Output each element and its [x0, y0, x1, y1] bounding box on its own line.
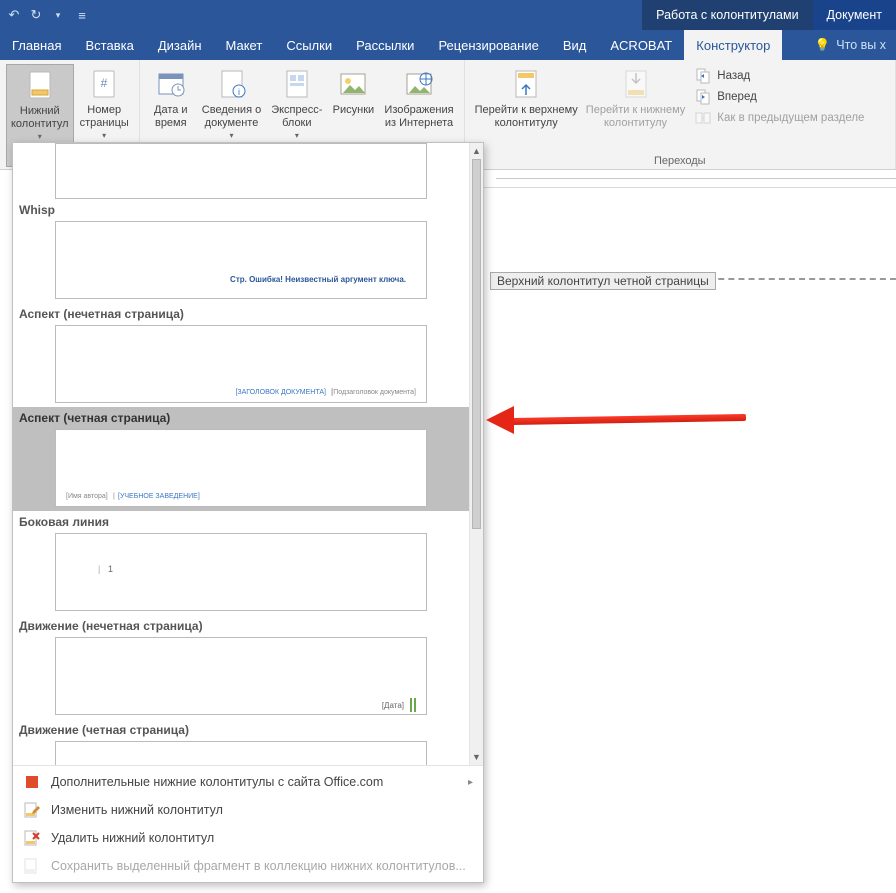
gallery-item-title: Аспект (четная страница)	[17, 407, 465, 429]
tab-insert[interactable]: Вставка	[73, 30, 145, 60]
tab-review[interactable]: Рецензирование	[426, 30, 550, 60]
gallery-item-title: Аспект (нечетная страница)	[17, 303, 465, 325]
gallery-item[interactable]: Боковая линия | 1	[13, 511, 469, 615]
ribbon-tabs: Главная Вставка Дизайн Макет Ссылки Расс…	[0, 30, 896, 60]
scrollbar-thumb[interactable]	[472, 159, 481, 529]
link-previous-icon	[695, 110, 711, 126]
lightbulb-icon: 💡	[815, 38, 831, 53]
remove-footer-icon	[23, 829, 41, 847]
repeat-icon[interactable]: ↻	[28, 7, 44, 23]
tab-view[interactable]: Вид	[551, 30, 599, 60]
save-selection-icon	[23, 857, 41, 875]
prev-icon	[695, 68, 711, 84]
gallery-item-title: Движение (четная страница)	[17, 719, 465, 741]
qat-dropdown-icon[interactable]: ▾	[50, 7, 66, 23]
tab-design[interactable]: Дизайн	[146, 30, 214, 60]
chevron-right-icon: ▸	[468, 777, 473, 788]
more-footers-online-button[interactable]: Дополнительные нижние колонтитулы с сайт…	[13, 768, 483, 796]
group-label-navigation: Переходы	[471, 153, 889, 167]
tab-references[interactable]: Ссылки	[274, 30, 344, 60]
tab-acrobat[interactable]: ACROBAT	[598, 30, 684, 60]
svg-text:i: i	[238, 87, 240, 97]
next-icon	[695, 89, 711, 105]
edit-footer-icon	[23, 801, 41, 819]
header-region-label: Верхний колонтитул четной страницы	[490, 272, 716, 290]
next-section-button[interactable]: Вперед	[693, 87, 866, 107]
tab-designer[interactable]: Конструктор	[684, 30, 782, 60]
goto-header-icon	[510, 68, 542, 100]
save-selection-button: Сохранить выделенный фрагмент в коллекци…	[13, 852, 483, 880]
gallery-item-selected[interactable]: Аспект (четная страница) [Имя автора] | …	[13, 407, 469, 511]
quick-access-toolbar: ↶ ↻ ▾ ≡	[0, 7, 96, 23]
gallery-item-title: Боковая линия	[17, 511, 465, 533]
prev-section-button[interactable]: Назад	[693, 66, 866, 86]
gallery-item[interactable]: Аспект (нечетная страница) [ЗАГОЛОВОК ДО…	[13, 303, 469, 407]
gallery-list: Whisp Стр. Ошибка! Неизвестный аргумент …	[13, 143, 469, 765]
goto-footer-icon	[620, 68, 652, 100]
horizontal-ruler[interactable]	[484, 170, 896, 188]
gallery-preview: [Имя автора] | [УЧЕБНОЕ ЗАВЕДЕНИЕ]	[55, 429, 427, 507]
remove-footer-button[interactable]: Удалить нижний колонтитул	[13, 824, 483, 852]
gallery-preview: Стр. Ошибка! Неизвестный аргумент ключа.	[55, 221, 427, 299]
tab-layout[interactable]: Макет	[214, 30, 275, 60]
tab-home[interactable]: Главная	[0, 30, 73, 60]
undo-icon[interactable]: ↶	[6, 7, 22, 23]
gallery-preview: [ЗАГОЛОВОК ДОКУМЕНТА] | [Подзаголовок до…	[55, 325, 427, 403]
gallery-preview: [Дата]	[55, 637, 427, 715]
gallery-item-title: Движение (нечетная страница)	[17, 615, 465, 637]
footer-gallery-dropdown: Whisp Стр. Ошибка! Неизвестный аргумент …	[12, 142, 484, 883]
tab-mailings[interactable]: Рассылки	[344, 30, 426, 60]
gallery-preview: | 1	[55, 533, 427, 611]
gallery-item-title: Whisp	[17, 199, 465, 221]
quick-parts-icon	[281, 68, 313, 100]
edit-footer-button[interactable]: Изменить нижний колонтитул	[13, 796, 483, 824]
link-previous-button: Как в предыдущем разделе	[693, 108, 866, 128]
scroll-up-icon[interactable]: ▲	[470, 143, 483, 159]
gallery-scrollbar[interactable]: ▲ ▼	[469, 143, 483, 765]
goto-header-button[interactable]: Перейти к верхнему колонтитулу	[471, 64, 582, 153]
document-area: Верхний колонтитул четной страницы	[484, 170, 896, 893]
gallery-preview: [Дата]	[55, 741, 427, 765]
picture-icon	[337, 68, 369, 100]
gallery-item[interactable]: Движение (нечетная страница) [Дата]	[13, 615, 469, 719]
calendar-icon	[155, 68, 187, 100]
office-icon	[23, 773, 41, 791]
scroll-down-icon[interactable]: ▼	[470, 749, 483, 765]
gallery-preview	[55, 143, 427, 199]
online-pictures-icon	[403, 68, 435, 100]
goto-footer-button: Перейти к нижнему колонтитулу	[582, 64, 689, 153]
svg-text:#: #	[101, 76, 108, 90]
gallery-item[interactable]: Движение (четная страница) [Дата]	[13, 719, 469, 765]
doc-info-icon: i	[216, 68, 248, 100]
gallery-item[interactable]: Whisp Стр. Ошибка! Неизвестный аргумент …	[13, 143, 469, 303]
title-bar: ↶ ↻ ▾ ≡ Работа с колонтитулами Документ	[0, 0, 896, 30]
ribbon-group-navigation: Перейти к верхнему колонтитулу Перейти к…	[465, 60, 896, 169]
page-number-icon: #	[88, 68, 120, 100]
footer-icon	[24, 69, 56, 101]
gallery-footer: Дополнительные нижние колонтитулы с сайт…	[13, 765, 483, 882]
contextual-tab-header-tools: Работа с колонтитулами	[642, 0, 812, 30]
tell-me[interactable]: 💡 Что вы х	[805, 30, 896, 60]
window-title: Документ	[813, 0, 896, 30]
header-region[interactable]	[496, 200, 896, 280]
